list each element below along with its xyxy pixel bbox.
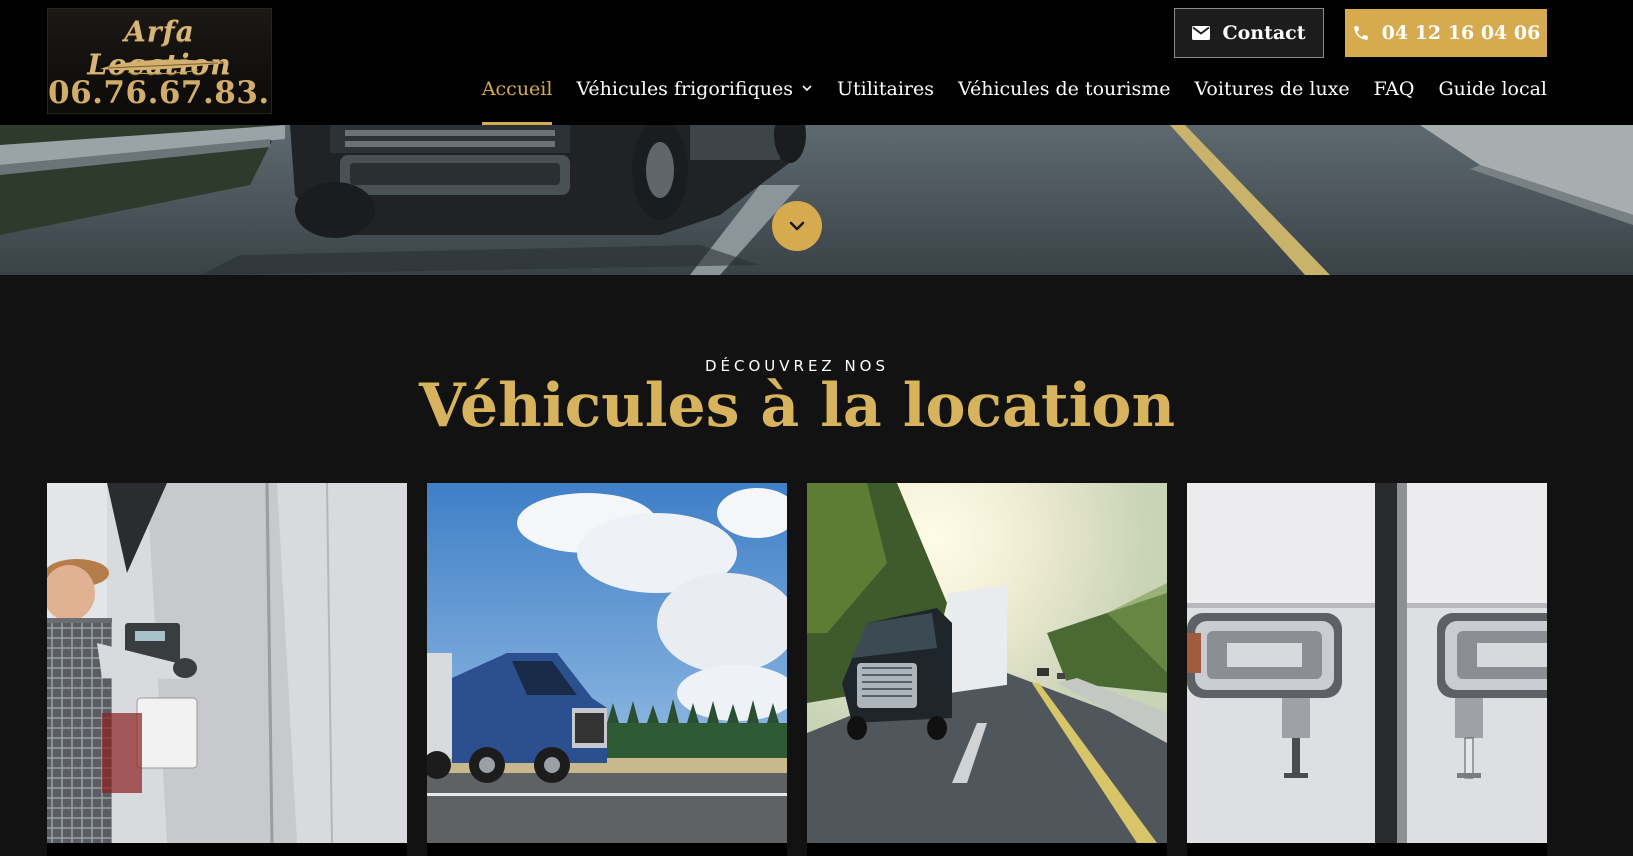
mail-icon [1192, 26, 1211, 40]
nav-item-label: Accueil [481, 78, 553, 100]
truck-door-latches-photo [1187, 483, 1547, 843]
card-footer [47, 843, 407, 856]
phone-button-label: 04 12 16 04 06 [1381, 22, 1541, 44]
main-nav: Accueil Véhicules frigorifiques Utilitai… [481, 78, 1548, 125]
nav-item-vehicules-tourisme[interactable]: Véhicules de tourisme [958, 78, 1170, 125]
card-footer [807, 843, 1167, 856]
contact-button[interactable]: Contact [1174, 8, 1324, 58]
phone-icon [1353, 26, 1368, 40]
nav-item-label: FAQ [1373, 78, 1415, 100]
refrigerated-truck-photo [47, 483, 407, 843]
nav-item-voitures-luxe[interactable]: Voitures de luxe [1194, 78, 1349, 125]
feather-icon [100, 59, 226, 75]
nav-item-label: Guide local [1438, 78, 1548, 100]
vehicle-card-refrigerated[interactable] [47, 483, 407, 843]
nav-item-label: Véhicules de tourisme [958, 78, 1171, 100]
nav-item-label: Utilitaires [837, 78, 934, 100]
chevron-down-icon [802, 85, 812, 92]
vehicle-card-highway-truck[interactable] [807, 483, 1167, 843]
highway-truck-photo [807, 483, 1167, 843]
nav-item-faq[interactable]: FAQ [1374, 78, 1415, 125]
hero-truck-image [0, 125, 1633, 275]
nav-item-guide-local[interactable]: Guide local [1439, 78, 1548, 125]
hero-banner [0, 125, 1633, 275]
card-footer [1187, 843, 1547, 856]
logo-phone: 06.76.67.83.11 [48, 75, 271, 111]
blue-truck-photo [427, 483, 787, 843]
scroll-down-button[interactable] [772, 201, 822, 251]
contact-button-label: Contact [1222, 22, 1306, 44]
section-title: Véhicules à la location [418, 371, 1176, 441]
vehicle-card-truck-doors[interactable] [1187, 483, 1547, 843]
nav-item-utilitaires[interactable]: Utilitaires [837, 78, 934, 125]
vehicle-card-blue-truck[interactable] [427, 483, 787, 843]
nav-item-vehicules-frigorifiques[interactable]: Véhicules frigorifiques [576, 78, 813, 125]
nav-item-accueil[interactable]: Accueil [481, 78, 553, 125]
card-footer [427, 843, 787, 856]
nav-item-label: Véhicules frigorifiques [576, 78, 793, 100]
phone-button[interactable]: 04 12 16 04 06 [1345, 9, 1547, 57]
site-header: Arfa Location 06.76.67.83.11 Contact 04 … [0, 0, 1633, 125]
nav-item-label: Voitures de luxe [1194, 78, 1350, 100]
chevron-down-icon [789, 221, 805, 231]
site-logo[interactable]: Arfa Location 06.76.67.83.11 [47, 8, 272, 114]
